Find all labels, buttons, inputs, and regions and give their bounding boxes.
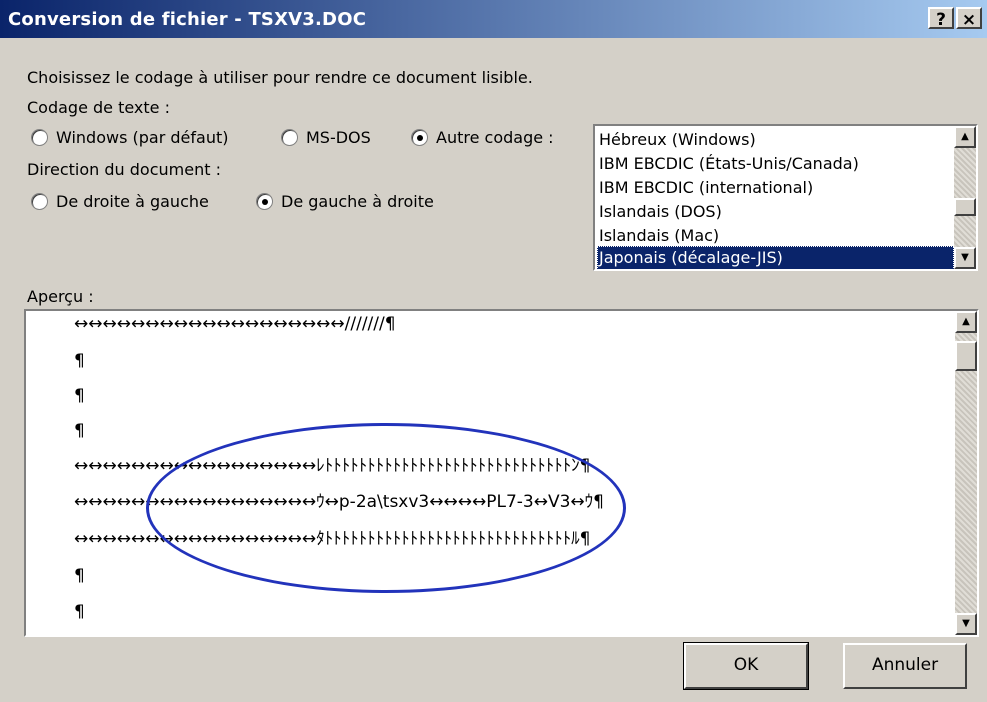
scroll-up-icon[interactable]: ▲ [955,311,977,333]
list-item[interactable]: Islandais (DOS) [597,200,954,224]
list-item[interactable]: IBM EBCDIC (États-Unis/Canada) [597,152,954,176]
list-item[interactable]: IBM EBCDIC (international) [597,176,954,200]
radio-rtl-label: De droite à gauche [56,192,209,211]
encoding-label: Codage de texte : [27,98,170,117]
preview-line: ¶ [74,386,85,406]
preview-label: Aperçu : [27,287,94,306]
radio-msdos[interactable]: MS-DOS [281,128,371,147]
radio-windows[interactable]: Windows (par défaut) [31,128,228,147]
preview-line: ¶ [74,351,85,371]
close-button[interactable]: × [956,7,982,30]
radio-other-circle [411,129,428,146]
window-title: Conversion de fichier - TSXV3.DOC [8,9,367,30]
ok-button[interactable]: OK [683,642,809,690]
radio-msdos-label: MS-DOS [306,128,371,147]
scroll-thumb[interactable] [955,341,977,371]
scroll-up-icon[interactable]: ▲ [954,126,976,148]
radio-windows-label: Windows (par défaut) [56,128,229,147]
radio-ltr-label: De gauche à droite [281,192,434,211]
encoding-listbox[interactable]: Hébreux (Windows) IBM EBCDIC (États-Unis… [593,124,978,271]
scroll-thumb[interactable] [954,198,976,216]
radio-rtl[interactable]: De droite à gauche [31,192,209,211]
radio-rtl-circle [31,193,48,210]
annotation-ellipse [146,423,626,593]
radio-msdos-circle [281,129,298,146]
preview-line: ¶ [74,566,85,586]
instructions-text: Choisissez le codage à utiliser pour ren… [27,68,533,87]
help-button[interactable]: ? [928,7,954,30]
radio-windows-circle [31,129,48,146]
title-bar: Conversion de fichier - TSXV3.DOC ? × [0,0,987,38]
list-item[interactable]: Islandais (Mac) [597,224,954,248]
radio-other[interactable]: Autre codage : [411,128,554,147]
list-item-selected[interactable]: Japonais (décalage-JIS) [597,246,954,269]
scroll-down-icon[interactable]: ▼ [954,247,976,269]
radio-ltr-circle [256,193,273,210]
list-item[interactable]: Hébreux (Windows) [597,128,954,152]
cancel-button[interactable]: Annuler [843,643,967,689]
preview-line: ¶ [74,421,85,441]
preview-line: ↔↔↔↔↔↔↔↔↔↔↔↔↔↔↔↔↔↔↔///////¶ [74,314,396,334]
radio-ltr[interactable]: De gauche à droite [256,192,434,211]
direction-label: Direction du document : [27,160,221,179]
radio-other-label: Autre codage : [436,128,554,147]
preview-line: ¶ [74,602,85,622]
scroll-down-icon[interactable]: ▼ [955,613,977,635]
preview-scrollbar[interactable]: ▲ ▼ [955,311,977,635]
listbox-scrollbar[interactable]: ▲ ▼ [954,126,976,269]
